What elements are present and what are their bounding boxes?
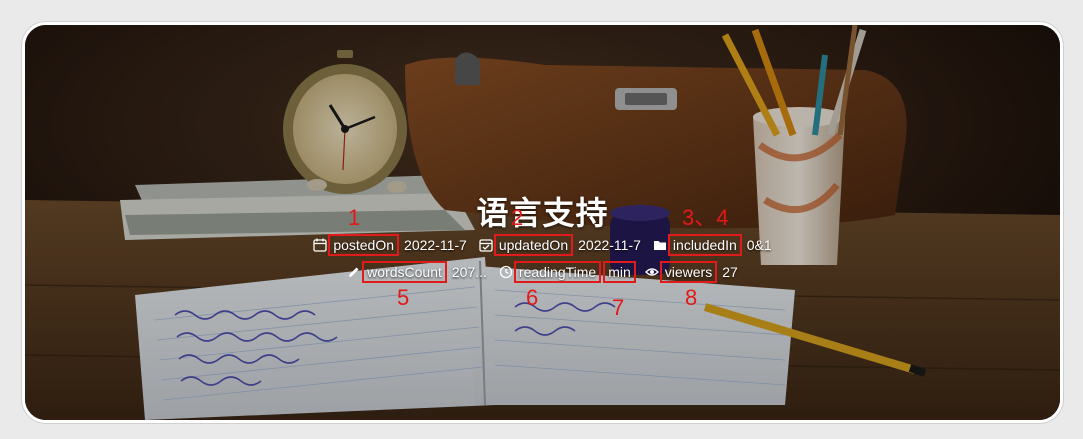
- post-hero-card: 语言支持 postedOn 2022-11-7 updatedOn 2022-1…: [22, 22, 1063, 423]
- annotation-5: 5: [397, 285, 410, 310]
- calendar-icon: [313, 238, 327, 252]
- post-title: 语言支持: [476, 195, 609, 231]
- words-count-label: wordsCount: [362, 261, 447, 283]
- annotation-1: 1: [348, 205, 361, 230]
- annotation-8: 8: [685, 285, 698, 310]
- clock-icon: [499, 265, 513, 279]
- viewers-item: viewers 27: [644, 261, 738, 283]
- posted-on-label: postedOn: [328, 234, 400, 256]
- pencil-icon: [349, 267, 359, 277]
- folder-icon: [653, 241, 666, 250]
- words-count-value: 207: [451, 264, 476, 280]
- eye-icon: [644, 268, 659, 276]
- calendar-check-icon: [479, 239, 493, 252]
- reading-time-item: readingTime min: [499, 261, 636, 283]
- posted-on-value: 2022-11-7: [404, 237, 467, 253]
- words-count-ellipsis: ...: [475, 264, 487, 280]
- post-meta-row-2: wordsCount 207 ... readingTime min viewe…: [25, 261, 1060, 283]
- reading-time-unit: min: [603, 261, 636, 283]
- included-in-item[interactable]: includedIn 0&1: [653, 234, 772, 256]
- posted-on-item: postedOn 2022-11-7: [313, 234, 467, 256]
- updated-on-value: 2022-11-7: [578, 237, 641, 253]
- included-in-value[interactable]: 0&1: [747, 237, 772, 253]
- viewers-label: viewers: [659, 261, 718, 283]
- updated-on-item: updatedOn 2022-11-7: [479, 234, 641, 256]
- included-in-label: includedIn: [667, 234, 742, 256]
- reading-time-label: readingTime: [513, 261, 602, 283]
- post-meta-row-1: postedOn 2022-11-7 updatedOn 2022-11-7 i…: [25, 234, 1060, 256]
- annotation-2: 2: [511, 205, 524, 230]
- viewers-value: 27: [722, 264, 738, 280]
- updated-on-label: updatedOn: [493, 234, 574, 256]
- words-count-item: wordsCount 207 ...: [347, 261, 487, 283]
- annotation-6: 6: [526, 285, 539, 310]
- annotation-3-4: 3、4: [682, 205, 729, 230]
- annotation-7: 7: [612, 295, 625, 320]
